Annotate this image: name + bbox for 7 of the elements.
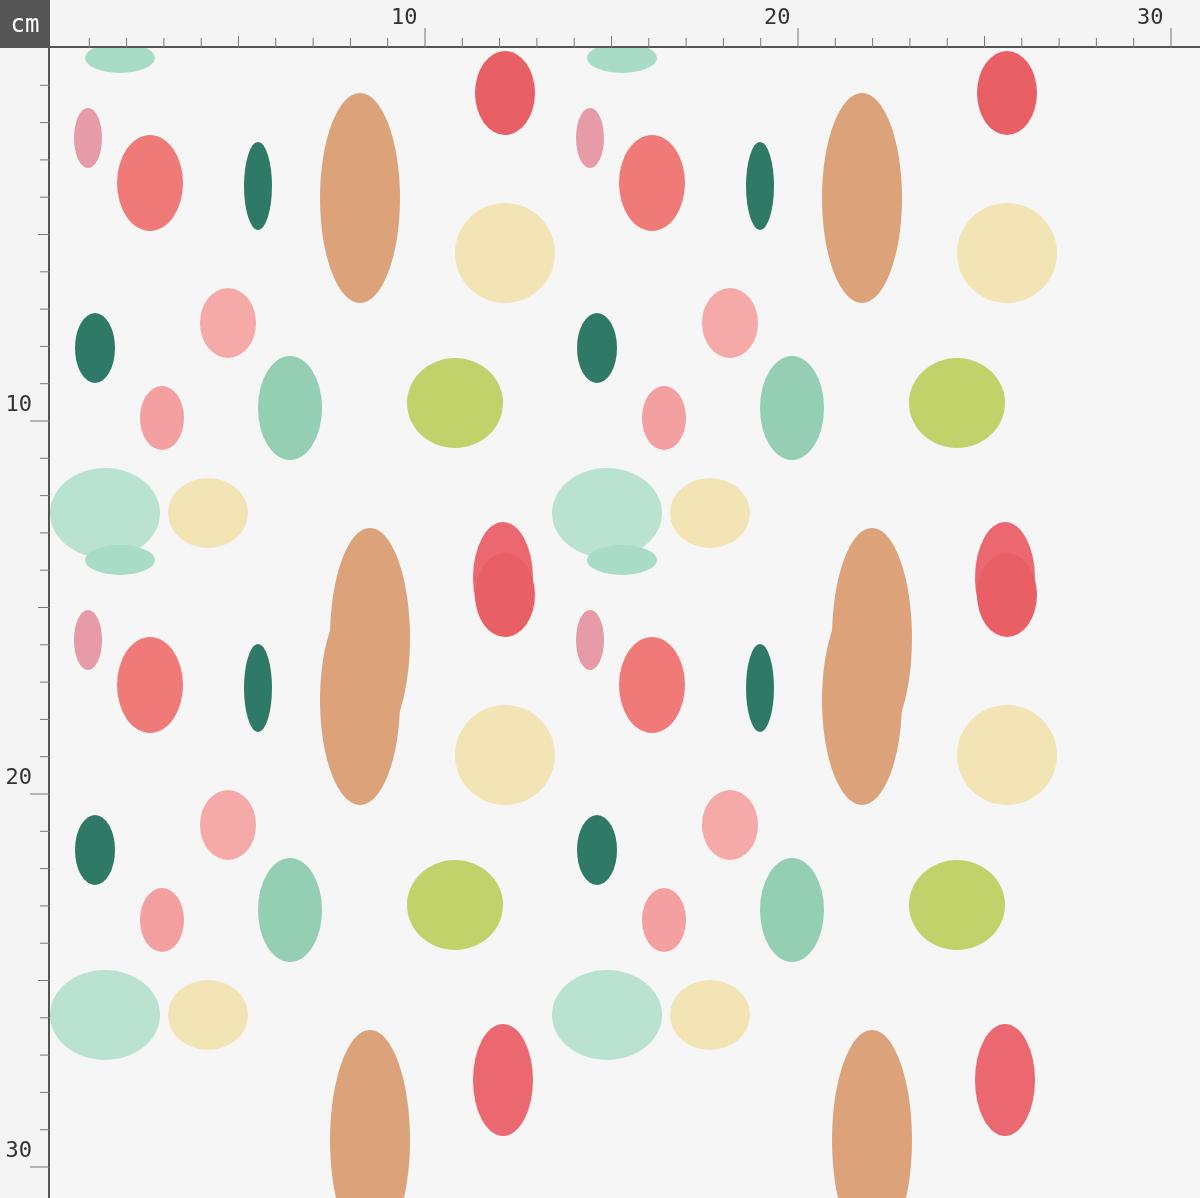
ruler-label: 10 [391, 4, 418, 30]
ruler-label: 10 [5, 391, 32, 417]
ruler-label: 20 [5, 764, 32, 790]
ruler-label: 30 [5, 1137, 32, 1163]
unit-label: cm [0, 0, 50, 48]
ruler-label: 30 [1137, 4, 1164, 30]
ruler-label: 20 [764, 4, 791, 30]
